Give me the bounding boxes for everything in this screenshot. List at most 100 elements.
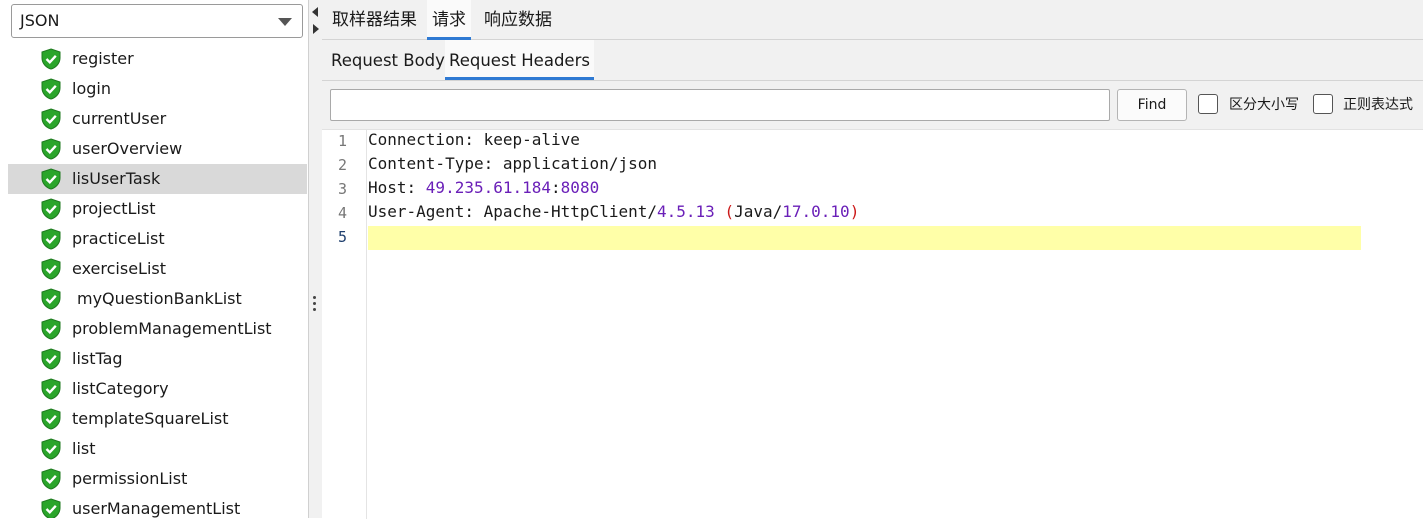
request-subtab-bar: Request Body Request Headers [322,40,1423,81]
line-number-gutter: 1 2 3 4 5 [322,130,367,519]
success-shield-icon [41,438,61,460]
tree-item-lisusertask[interactable]: lisUserTask [8,164,307,194]
tab-response-data[interactable]: 响应数据 [479,0,557,40]
java-name: Java [734,202,773,221]
sampler-tree-panel: JSON register login currentUser userOver… [0,0,308,518]
tree-item-useroverview[interactable]: userOverview [8,134,307,164]
tree-item-label: userManagementList [72,499,241,518]
agent-version: 4.5.13 [657,202,715,221]
line-number-current: 5 [338,228,348,246]
request-headers-editor[interactable]: 1 2 3 4 5 Connection: keep-alive Content… [322,128,1423,519]
tree-item-label: myQuestionBankList [77,289,242,308]
agent-name: Apache-HttpClient [483,202,648,221]
tree-item-label: practiceList [72,229,165,248]
tree-item-projectlist[interactable]: projectList [8,194,307,224]
tab-request[interactable]: 请求 [427,0,471,40]
success-shield-icon [41,318,61,340]
result-detail-panel: 取样器结果 请求 响应数据 Request Body Request Heade… [322,0,1423,519]
success-shield-icon [41,108,61,130]
tab-request-headers[interactable]: Request Headers [445,40,594,80]
success-shield-icon [41,138,61,160]
tree-item-currentuser[interactable]: currentUser [8,104,307,134]
collapse-left-arrow-icon[interactable] [312,7,318,17]
header-name: User-Agent [368,202,465,221]
code-line: Content-Type: application/json [368,152,657,176]
case-sensitive-checkbox[interactable] [1198,94,1218,114]
tree-item-listtag[interactable]: listTag [8,344,307,374]
open-paren: ( [724,202,735,221]
tree-item-label: userOverview [72,139,183,158]
renderer-select-value: JSON [20,11,60,30]
header-separator: : [406,178,426,197]
renderer-select[interactable]: JSON [11,4,303,38]
tree-item-label: register [72,49,134,68]
case-sensitive-label: 区分大小写 [1229,97,1299,113]
tree-item-label: listCategory [72,379,169,398]
header-separator: : [483,154,503,173]
tree-item-label: currentUser [72,109,167,128]
tree-item-exerciselist[interactable]: exerciseList [8,254,307,284]
success-shield-icon [41,468,61,490]
success-shield-icon [41,408,61,430]
expand-right-arrow-icon[interactable] [313,24,319,34]
success-shield-icon [41,258,61,280]
tree-item-label: listTag [72,349,123,368]
regex-checkbox[interactable] [1313,94,1333,114]
result-tab-bar: 取样器结果 请求 响应数据 [322,0,1423,40]
tree-item-permissionlist[interactable]: permissionList [8,464,307,494]
header-name: Connection [368,130,465,149]
tree-item-listcategory[interactable]: listCategory [8,374,307,404]
host-port: 8080 [560,178,600,197]
success-shield-icon [41,48,61,70]
line-number: 1 [338,132,348,150]
agent-space [715,202,725,221]
tab-sampler-result[interactable]: 取样器结果 [327,0,422,40]
header-separator: : [464,130,484,149]
search-input[interactable] [330,89,1110,121]
host-colon: : [551,178,561,197]
agent-slash: / [647,202,657,221]
success-shield-icon [41,198,61,220]
header-value: keep-alive [483,130,580,149]
code-line: Host: 49.235.61.184:8080 [368,176,599,200]
tree-item-login[interactable]: login [8,74,307,104]
code-line: User-Agent: Apache-HttpClient/4.5.13 (Ja… [368,200,859,224]
chevron-down-icon[interactable] [278,18,292,26]
line-number: 2 [338,156,348,174]
header-separator: : [464,202,484,221]
tree-item-register[interactable]: register [8,44,307,74]
tree-item-label: templateSquareList [72,409,229,428]
tree-item-label: projectList [72,199,156,218]
tree-item-label: exerciseList [72,259,166,278]
success-shield-icon [41,348,61,370]
java-slash: / [772,202,783,221]
host-address: 49.235.61.184 [425,178,552,197]
tree-item-practicelist[interactable]: practiceList [8,224,307,254]
drag-handle-icon[interactable] [313,296,317,314]
panel-splitter[interactable] [308,0,322,518]
tree-item-label: list [72,439,96,458]
find-bar: Find 区分大小写 正则表达式 [322,81,1423,129]
tree-item-problemmanagementlist[interactable]: problemManagementList [8,314,307,344]
header-value: application/json [502,154,657,173]
tree-item-myquestionbanklist[interactable]: myQuestionBankList [8,284,307,314]
tree-item-list[interactable]: list [8,434,307,464]
close-paren: ) [849,202,860,221]
java-version: 17.0.10 [782,202,850,221]
line-number: 3 [338,180,348,198]
success-shield-icon [41,168,61,190]
success-shield-icon [41,498,61,518]
tree-item-label: login [72,79,111,98]
current-line-highlight [368,226,1361,250]
tree-item-label: permissionList [72,469,188,488]
tree-item-templatesquarelist[interactable]: templateSquareList [8,404,307,434]
tree-item-usermanagementlist[interactable]: userManagementList [8,494,307,518]
tab-request-body[interactable]: Request Body [327,40,449,80]
find-button[interactable]: Find [1117,89,1187,121]
regex-label: 正则表达式 [1343,97,1413,113]
code-line: Connection: keep-alive [368,128,580,152]
sampler-result-tree: register login currentUser userOverview … [8,44,307,518]
success-shield-icon [41,78,61,100]
success-shield-icon [41,288,61,310]
success-shield-icon [41,228,61,250]
